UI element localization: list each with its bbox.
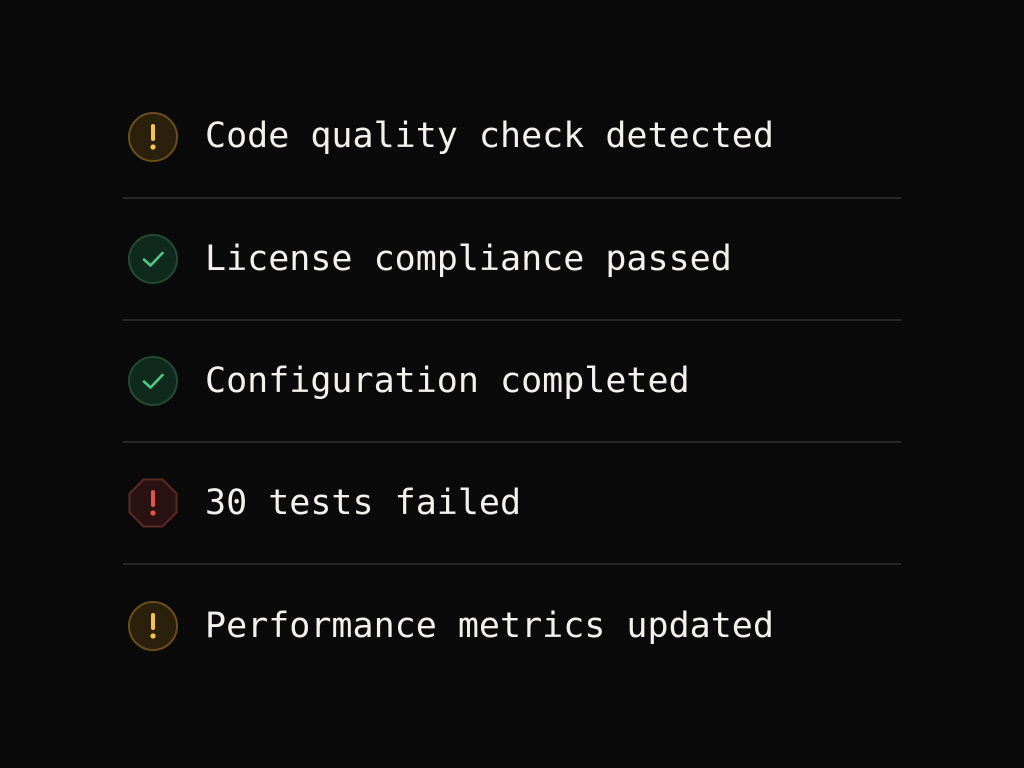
status-row-license-compliance: License compliance passed <box>123 199 901 321</box>
status-row-code-quality: Code quality check detected <box>123 76 901 199</box>
status-label: Code quality check detected <box>205 116 774 156</box>
status-label: License compliance passed <box>205 238 732 279</box>
warning-icon <box>128 601 178 651</box>
warning-icon <box>128 111 178 162</box>
status-label: Configuration completed <box>205 360 690 401</box>
check-icon <box>128 234 178 284</box>
check-icon <box>128 356 178 406</box>
error-octagon-icon <box>128 478 178 528</box>
status-label: 30 tests failed <box>205 482 522 523</box>
status-row-performance-metrics: Performance metrics updated <box>123 565 901 687</box>
status-row-tests-failed: 30 tests failed <box>123 443 901 565</box>
status-label: Performance metrics updated <box>205 605 774 646</box>
status-row-configuration: Configuration completed <box>123 321 901 443</box>
status-list: Code quality check detected License comp… <box>123 76 901 687</box>
